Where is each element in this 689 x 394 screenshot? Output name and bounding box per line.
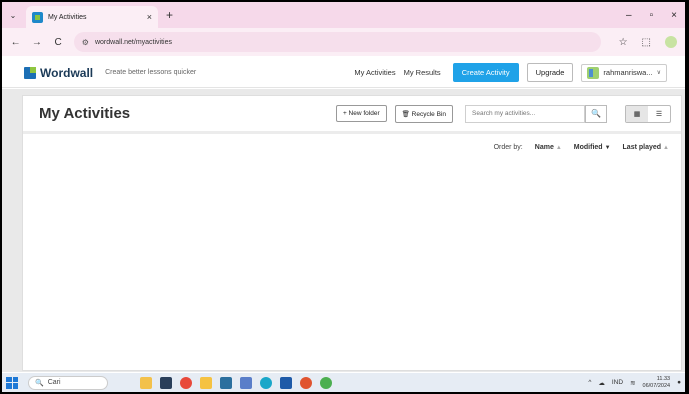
logo-icon	[24, 66, 36, 79]
reload-button[interactable]: C	[53, 37, 64, 48]
taskbar-search-label: Cari	[47, 379, 61, 386]
order-by-last-played[interactable]: Last played ▲	[623, 144, 669, 151]
windows-start-icon[interactable]	[6, 376, 18, 389]
tab-title: My Activities	[48, 13, 87, 21]
list-view-icon[interactable]: ☰	[648, 106, 670, 122]
grid-view-icon[interactable]: ▦	[626, 105, 648, 122]
order-bar: Order by: Name ▲ Modified ▼ Last played ▲	[23, 134, 681, 151]
site-info-icon[interactable]: ⚙	[82, 38, 89, 47]
app-icon[interactable]	[240, 376, 252, 389]
star-icon[interactable]: ☆	[619, 37, 628, 48]
user-menu[interactable]: rahmanriswa... ∨	[581, 63, 667, 82]
edge-icon[interactable]	[260, 376, 272, 389]
store-icon[interactable]	[220, 376, 232, 389]
browser-tab-strip: ⌄ My Activities × + – ▫ ×	[2, 2, 685, 28]
file-explorer-icon[interactable]	[160, 376, 172, 389]
folder-icon[interactable]	[200, 376, 212, 389]
create-activity-button[interactable]: Create Activity	[452, 63, 519, 82]
task-view-icon[interactable]	[140, 376, 152, 389]
forward-button[interactable]: →	[31, 37, 42, 48]
new-tab-button[interactable]: +	[166, 8, 173, 22]
sort-arrow-icon: ▲	[555, 145, 562, 151]
url-text: wordwall.net/myactivities	[94, 38, 172, 46]
chrome-icon[interactable]	[320, 376, 332, 389]
sort-arrow-icon: ▲	[663, 145, 669, 151]
activities-panel: My Activities + New folder 🗑 Recycle Bin…	[22, 95, 682, 371]
nav-my-activities[interactable]: My Activities	[354, 68, 395, 77]
chevron-up-icon[interactable]: ^	[588, 379, 591, 386]
wordwall-favicon-icon	[32, 11, 43, 23]
minimize-button[interactable]: –	[626, 10, 632, 21]
nav-my-results[interactable]: My Results	[404, 68, 441, 77]
taskbar-search[interactable]: 🔍 Cari	[28, 375, 108, 390]
address-bar[interactable]: ⚙ wordwall.net/myactivities	[73, 32, 601, 52]
mail-icon[interactable]	[280, 376, 292, 389]
clock-date: 06/07/2024	[642, 382, 671, 389]
chevron-down-icon[interactable]: ⌄	[2, 11, 24, 20]
close-window-button[interactable]: ×	[671, 10, 677, 21]
taskbar: 🔍 Cari ^ ☁ IND ≋ 11.33 06/07/2024 ●	[2, 373, 685, 392]
search-icon[interactable]: 🔍	[585, 104, 607, 123]
new-folder-button[interactable]: + New folder	[335, 105, 387, 122]
search-icon: 🔍	[35, 379, 44, 387]
wordwall-logo[interactable]: Wordwall	[24, 66, 93, 80]
recycle-bin-button[interactable]: 🗑 Recycle Bin	[394, 104, 453, 123]
close-icon[interactable]: ×	[147, 12, 152, 22]
lang-indicator[interactable]: IND	[612, 379, 623, 386]
upgrade-button[interactable]: Upgrade	[526, 63, 574, 82]
sort-arrow-icon: ▼	[604, 145, 611, 151]
chevron-down-icon: ∨	[656, 70, 661, 76]
search-input[interactable]	[465, 104, 585, 123]
order-by-name[interactable]: Name ▲	[535, 144, 562, 151]
user-name: rahmanriswa...	[603, 68, 653, 77]
extensions-icon[interactable]: ⬚	[642, 37, 651, 48]
order-by-modified[interactable]: Modified ▼	[574, 144, 611, 151]
browser-tab[interactable]: My Activities ×	[26, 6, 158, 28]
maximize-button[interactable]: ▫	[650, 10, 654, 21]
browser-toolbar: ← → C ⚙ wordwall.net/myactivities ☆ ⬚	[2, 28, 685, 56]
app-icon[interactable]	[180, 376, 192, 389]
page-title: My Activities	[39, 105, 131, 122]
profile-icon[interactable]	[665, 36, 677, 48]
clock[interactable]: 11.33 06/07/2024	[643, 376, 671, 390]
panel-header: My Activities + New folder 🗑 Recycle Bin…	[23, 96, 681, 134]
site-header: Wordwall Create better lessons quicker M…	[2, 58, 685, 88]
cloud-icon[interactable]: ☁	[598, 379, 605, 387]
back-button[interactable]: ←	[10, 37, 21, 48]
app-icon[interactable]	[300, 376, 312, 389]
tagline: Create better lessons quicker	[105, 69, 197, 76]
notification-icon[interactable]: ●	[677, 379, 681, 386]
avatar	[587, 66, 600, 79]
wifi-icon[interactable]: ≋	[630, 379, 635, 387]
view-toggle: ▦ ☰	[625, 104, 671, 123]
clock-time: 11.33	[656, 375, 671, 382]
logo-text: Wordwall	[40, 65, 94, 80]
order-label: Order by:	[493, 144, 523, 151]
